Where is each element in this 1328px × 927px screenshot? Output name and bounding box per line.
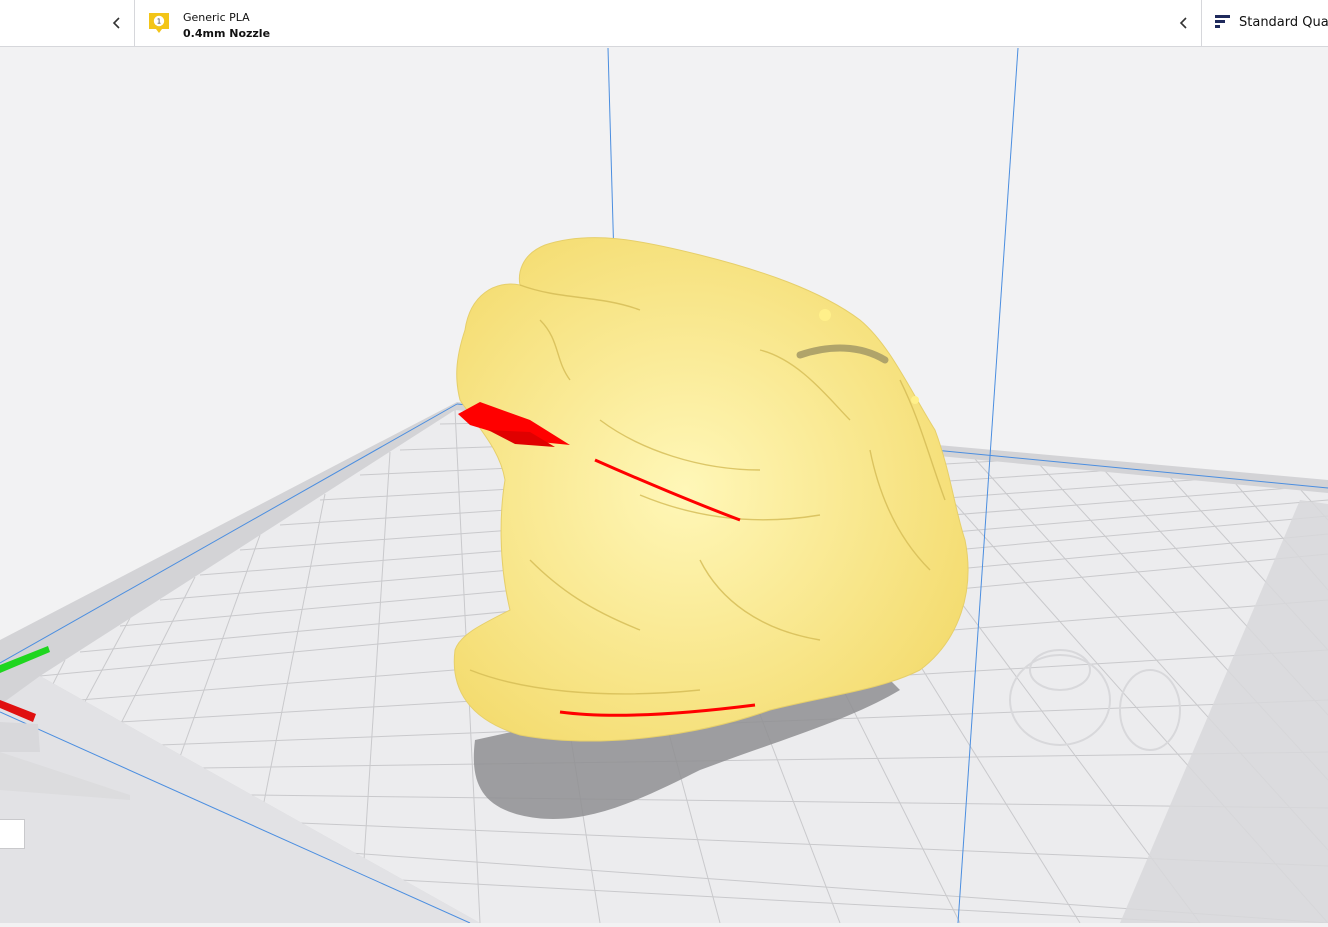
build-plate-scene xyxy=(0,47,1328,924)
extruder-number: 1 xyxy=(157,18,161,26)
quality-profile-label[interactable]: Standard Quali xyxy=(1239,15,1328,30)
quality-settings-icon[interactable] xyxy=(1215,14,1231,30)
extruder-badge-icon[interactable]: 1 xyxy=(147,11,171,35)
material-name[interactable]: Generic PLA xyxy=(183,11,250,24)
view-control-box[interactable] xyxy=(0,819,25,849)
3d-viewport[interactable] xyxy=(0,47,1328,924)
chevron-left-icon[interactable] xyxy=(1174,13,1194,33)
toolbar-divider xyxy=(1201,0,1202,47)
top-toolbar: 1 Generic PLA 0.4mm Nozzle Standard Qual… xyxy=(0,0,1328,47)
nozzle-size[interactable]: 0.4mm Nozzle xyxy=(183,27,270,40)
toolbar-divider xyxy=(134,0,135,47)
chevron-left-icon[interactable] xyxy=(107,13,127,33)
